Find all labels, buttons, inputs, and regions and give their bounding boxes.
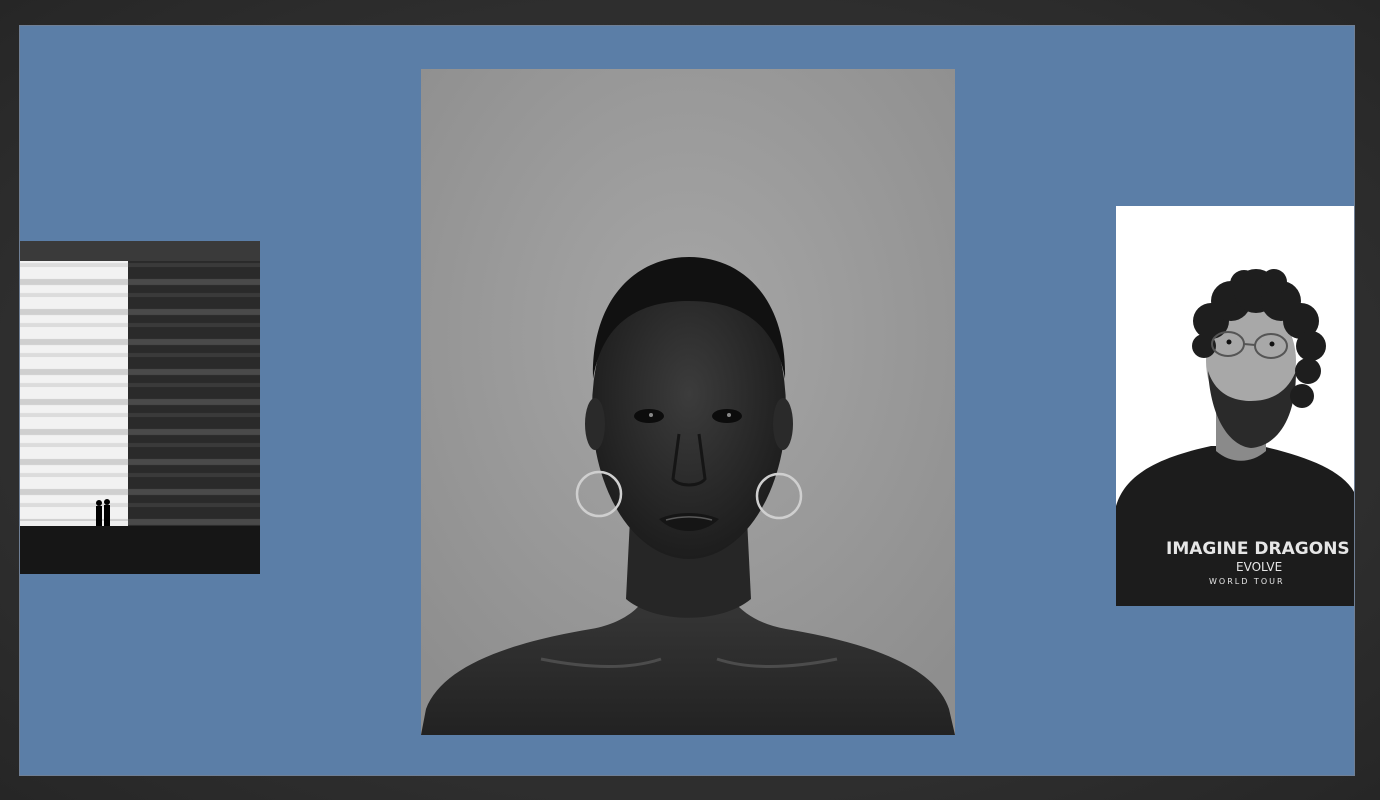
photo-portrait-man[interactable]: IMAGINE DRAGONS EVOLVE WORLD TOUR xyxy=(1116,206,1354,606)
shirt-text-line1: IMAGINE DRAGONS xyxy=(1166,539,1350,559)
photo-building[interactable] xyxy=(20,241,260,574)
photo-portrait-woman[interactable] xyxy=(421,69,955,735)
shirt-text-line2: EVOLVE xyxy=(1236,560,1282,574)
canvas-area[interactable]: IMAGINE DRAGONS EVOLVE WORLD TOUR xyxy=(19,25,1355,776)
image-viewer: IMAGINE DRAGONS EVOLVE WORLD TOUR xyxy=(0,0,1380,800)
shirt-text-line3: WORLD TOUR xyxy=(1209,577,1285,586)
building-image xyxy=(20,241,260,574)
man-portrait-image: IMAGINE DRAGONS EVOLVE WORLD TOUR xyxy=(1116,206,1354,606)
portrait-image xyxy=(421,69,955,735)
